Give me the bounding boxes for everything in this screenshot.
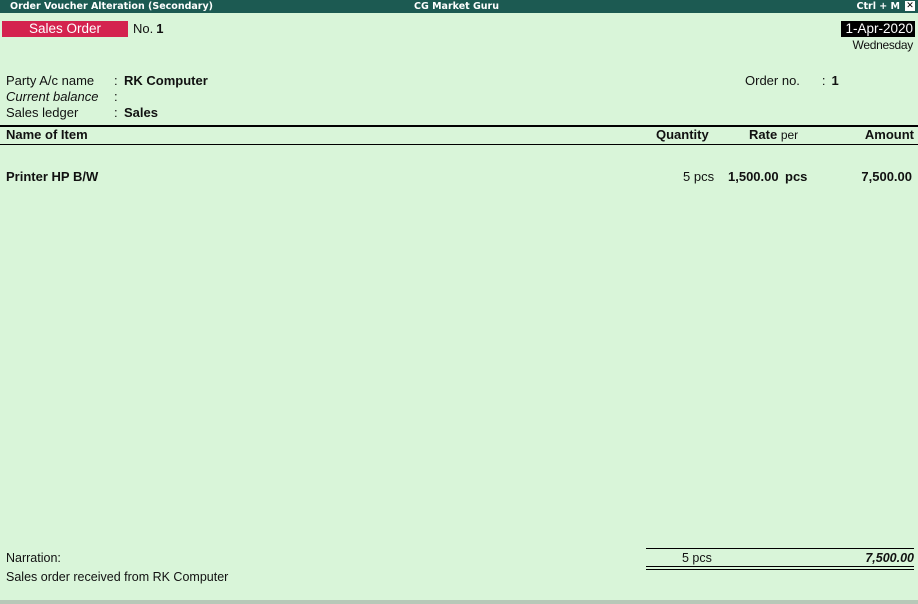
item-per[interactable]: pcs	[785, 169, 807, 185]
col-header-rate: Rate per	[749, 127, 798, 143]
col-header-per: per	[780, 128, 799, 142]
party-name-value[interactable]: RK Computer	[124, 73, 208, 88]
total-top-rule	[646, 548, 914, 549]
header-bottom-rule	[0, 144, 918, 145]
colon: :	[114, 105, 118, 120]
item-quantity[interactable]: 5 pcs	[683, 169, 714, 185]
total-quantity: 5 pcs	[682, 551, 712, 565]
col-header-quantity: Quantity	[656, 127, 709, 142]
colon: :	[114, 89, 118, 104]
current-balance-label: Current balance	[6, 89, 99, 104]
narration-field[interactable]: Sales order received from RK Computer	[6, 570, 228, 584]
colon: :	[821, 73, 826, 88]
item-amount[interactable]: 7,500.00	[861, 169, 912, 185]
col-header-amount: Amount	[864, 127, 914, 142]
item-name[interactable]: Printer HP B/W	[6, 169, 98, 185]
voucher-number[interactable]: No. 1	[133, 21, 163, 37]
party-name-label: Party A/c name	[6, 73, 95, 88]
voucher-number-label: No.	[133, 21, 154, 36]
voucher-weekday: Wednesday	[852, 38, 914, 52]
shortcut-hint: Ctrl + M	[856, 1, 900, 12]
sales-ledger-label: Sales ledger	[6, 105, 79, 120]
sales-ledger-value[interactable]: Sales	[124, 105, 158, 120]
voucher-date[interactable]: 1-Apr-2020	[841, 21, 915, 37]
window-titlebar: Order Voucher Alteration (Secondary) CG …	[0, 0, 918, 13]
sales-ledger-field[interactable]: Sales ledger: Sales	[6, 105, 158, 121]
window-bottom-border	[0, 600, 918, 604]
order-number-label: Order no.	[745, 73, 800, 88]
voucher-number-value: 1	[156, 21, 164, 36]
item-rate[interactable]: 1,500.00	[728, 169, 779, 185]
close-icon[interactable]: ✕	[905, 1, 915, 11]
order-number-value[interactable]: 1	[832, 73, 839, 88]
company-name: CG Market Guru	[414, 1, 499, 12]
col-header-rate-label: Rate	[749, 127, 778, 142]
window-title: Order Voucher Alteration (Secondary)	[10, 1, 214, 12]
colon: :	[114, 73, 118, 88]
voucher-type-badge[interactable]: Sales Order	[2, 21, 128, 37]
current-balance-field: Current balance:	[6, 89, 124, 105]
total-amount: 7,500.00	[865, 551, 914, 565]
total-double-rule-1	[646, 566, 914, 567]
narration-label: Narration:	[6, 551, 61, 565]
order-number-field[interactable]: Order no.:1	[745, 73, 839, 89]
col-header-item: Name of Item	[6, 127, 88, 142]
total-double-rule-2	[646, 569, 914, 570]
party-name-field[interactable]: Party A/c name: RK Computer	[6, 73, 208, 89]
